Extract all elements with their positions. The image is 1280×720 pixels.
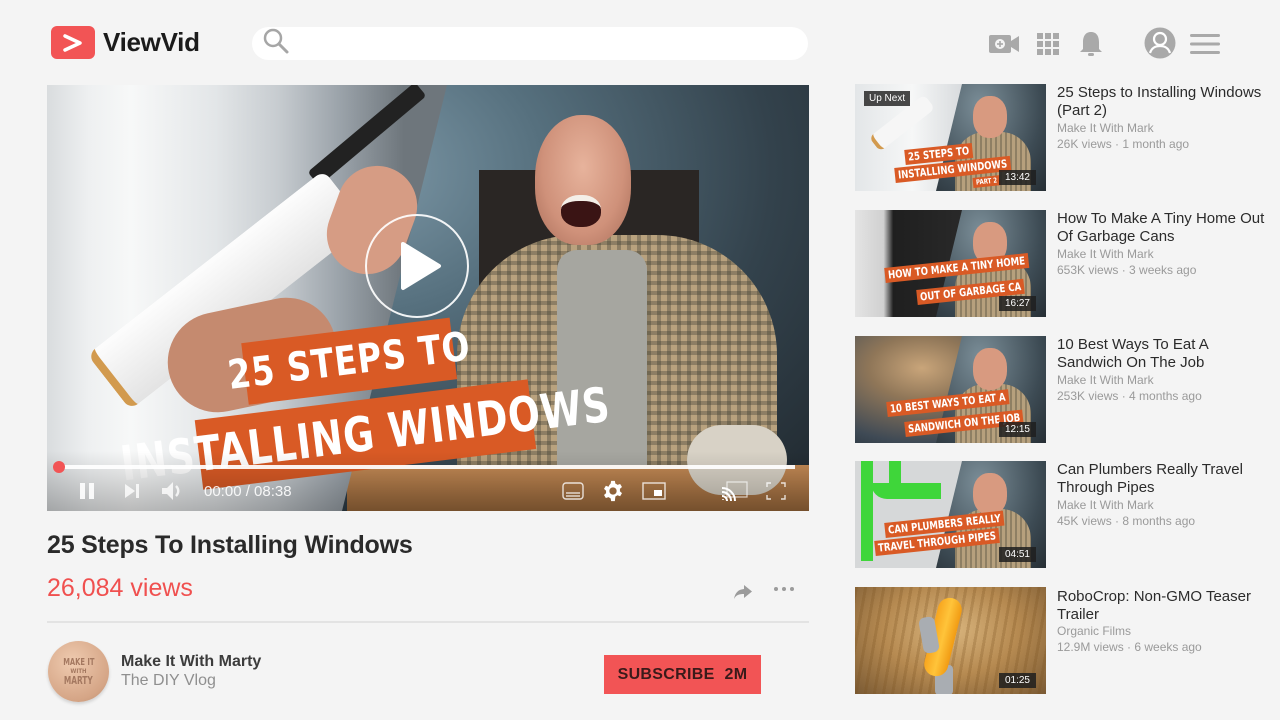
progress-scrubber[interactable]	[53, 461, 65, 473]
settings-button[interactable]	[601, 479, 625, 503]
rec-meta: 653K views · 3 weeks ago	[1057, 263, 1197, 277]
play-button[interactable]	[365, 214, 469, 318]
create-video-icon[interactable]	[988, 28, 1020, 60]
rec-meta: 26K views · 1 month ago	[1057, 137, 1190, 151]
pause-icon	[80, 483, 94, 499]
duration-badge: 16:27	[998, 296, 1036, 311]
more-options-button[interactable]	[774, 587, 794, 591]
play-logo-icon	[51, 26, 95, 59]
view-count: 26,084 views	[47, 574, 193, 602]
rec-channel[interactable]: Make It With Mark	[1057, 121, 1154, 135]
presenter-mouth	[561, 195, 601, 227]
thumb-green-pipe	[861, 461, 873, 561]
rec-title[interactable]: Can Plumbers Really Travel Through Pipes	[1057, 461, 1267, 497]
thumb-figure	[973, 348, 1007, 390]
app-name: ViewVid	[103, 27, 200, 57]
apps-grid-icon[interactable]	[1036, 28, 1060, 60]
avatar-text: MAKE IT	[62, 656, 95, 668]
rec-channel[interactable]: Make It With Mark	[1057, 498, 1154, 512]
video-thumbnail: 25 STEPS TO INSTALLING WINDOWS PART 2 Up…	[855, 84, 1046, 191]
thumb-figure	[973, 96, 1007, 138]
miniplayer-button[interactable]	[641, 479, 667, 503]
thumb-green-pipe	[871, 483, 941, 499]
skip-next-icon	[125, 484, 139, 498]
video-thumbnail: HOW TO MAKE A TINY HOME OUT OF GARBAGE C…	[855, 210, 1046, 317]
share-icon	[734, 585, 752, 599]
video-thumbnail: 10 BEST WAYS TO EAT A SANDWICH ON THE JO…	[855, 336, 1046, 443]
avatar-text: MARTY	[64, 673, 93, 687]
time-display: 00:00 / 08:38	[204, 483, 292, 500]
recommended-video[interactable]: 10 BEST WAYS TO EAT A SANDWICH ON THE JO…	[855, 336, 1265, 444]
search-input[interactable]	[290, 27, 808, 60]
video-title: 25 Steps To Installing Windows	[47, 531, 413, 559]
rec-meta: 12.9M views · 6 weeks ago	[1057, 640, 1202, 654]
rec-title[interactable]: 10 Best Ways To Eat A Sandwich On The Jo…	[1057, 336, 1267, 372]
channel-subtitle: The DIY Vlog	[121, 672, 216, 689]
subscriber-count: 2M	[724, 665, 748, 683]
viewvid-logo[interactable]: ViewVid	[51, 26, 200, 59]
menu-icon[interactable]	[1190, 28, 1220, 60]
recommended-video[interactable]: 01:25 RoboCrop: Non-GMO Teaser Trailer O…	[855, 587, 1265, 695]
volume-icon	[162, 482, 180, 500]
share-button[interactable]	[733, 584, 753, 605]
rec-channel[interactable]: Make It With Mark	[1057, 247, 1154, 261]
divider	[47, 621, 809, 623]
rec-channel[interactable]: Organic Films	[1057, 624, 1131, 638]
thumb-green-pipe	[889, 461, 901, 491]
channel-avatar[interactable]: MAKE IT WITH MARTY	[48, 641, 109, 702]
cast-button[interactable]	[721, 479, 749, 503]
captions-icon	[562, 482, 584, 500]
dot	[790, 587, 794, 591]
search-icon[interactable]	[262, 27, 290, 60]
fullscreen-icon	[766, 482, 786, 500]
fullscreen-button[interactable]	[765, 479, 787, 503]
up-next-badge: Up Next	[864, 91, 911, 106]
duration-badge: 13:42	[998, 170, 1036, 185]
dot	[774, 587, 778, 591]
progress-bar[interactable]	[53, 461, 795, 473]
captions-button[interactable]	[561, 479, 585, 503]
rec-meta: 45K views · 8 months ago	[1057, 514, 1196, 528]
subscribe-label: SUBSCRIBE	[617, 665, 715, 683]
recommended-video[interactable]: CAN PLUMBERS REALLY TRAVEL THROUGH PIPES…	[855, 461, 1265, 569]
miniplayer-icon	[642, 482, 666, 500]
notifications-bell-icon[interactable]	[1078, 28, 1104, 60]
play-icon	[401, 242, 441, 290]
duration-badge: 12:15	[998, 422, 1036, 437]
recommended-video[interactable]: 25 STEPS TO INSTALLING WINDOWS PART 2 Up…	[855, 84, 1265, 192]
gear-icon	[604, 480, 622, 502]
recommended-video[interactable]: HOW TO MAKE A TINY HOME OUT OF GARBAGE C…	[855, 210, 1265, 318]
rec-meta: 253K views · 4 months ago	[1057, 389, 1202, 403]
subscribe-button[interactable]: SUBSCRIBE 2M	[604, 655, 761, 694]
rec-channel[interactable]: Make It With Mark	[1057, 373, 1154, 387]
cast-icon	[721, 481, 748, 501]
account-avatar-icon[interactable]	[1143, 26, 1177, 60]
video-thumbnail: CAN PLUMBERS REALLY TRAVEL THROUGH PIPES…	[855, 461, 1046, 568]
pause-button[interactable]	[77, 479, 97, 503]
volume-button[interactable]	[160, 479, 184, 503]
channel-name[interactable]: Make It With Marty	[121, 653, 261, 671]
rec-title[interactable]: RoboCrop: Non-GMO Teaser Trailer	[1057, 588, 1267, 624]
duration-badge: 04:51	[998, 547, 1036, 562]
video-thumbnail: 01:25	[855, 587, 1046, 694]
thumb-figure	[973, 473, 1007, 515]
next-button[interactable]	[122, 479, 142, 503]
rec-title[interactable]: How To Make A Tiny Home Out Of Garbage C…	[1057, 210, 1267, 246]
rec-title[interactable]: 25 Steps to Installing Windows (Part 2)	[1057, 84, 1267, 120]
duration-badge: 01:25	[998, 673, 1036, 688]
video-player[interactable]: 25 STEPS TO INSTALLING WINDOWS 00:00 / 0…	[47, 85, 809, 511]
dot	[782, 587, 786, 591]
search-bar[interactable]	[252, 27, 808, 60]
